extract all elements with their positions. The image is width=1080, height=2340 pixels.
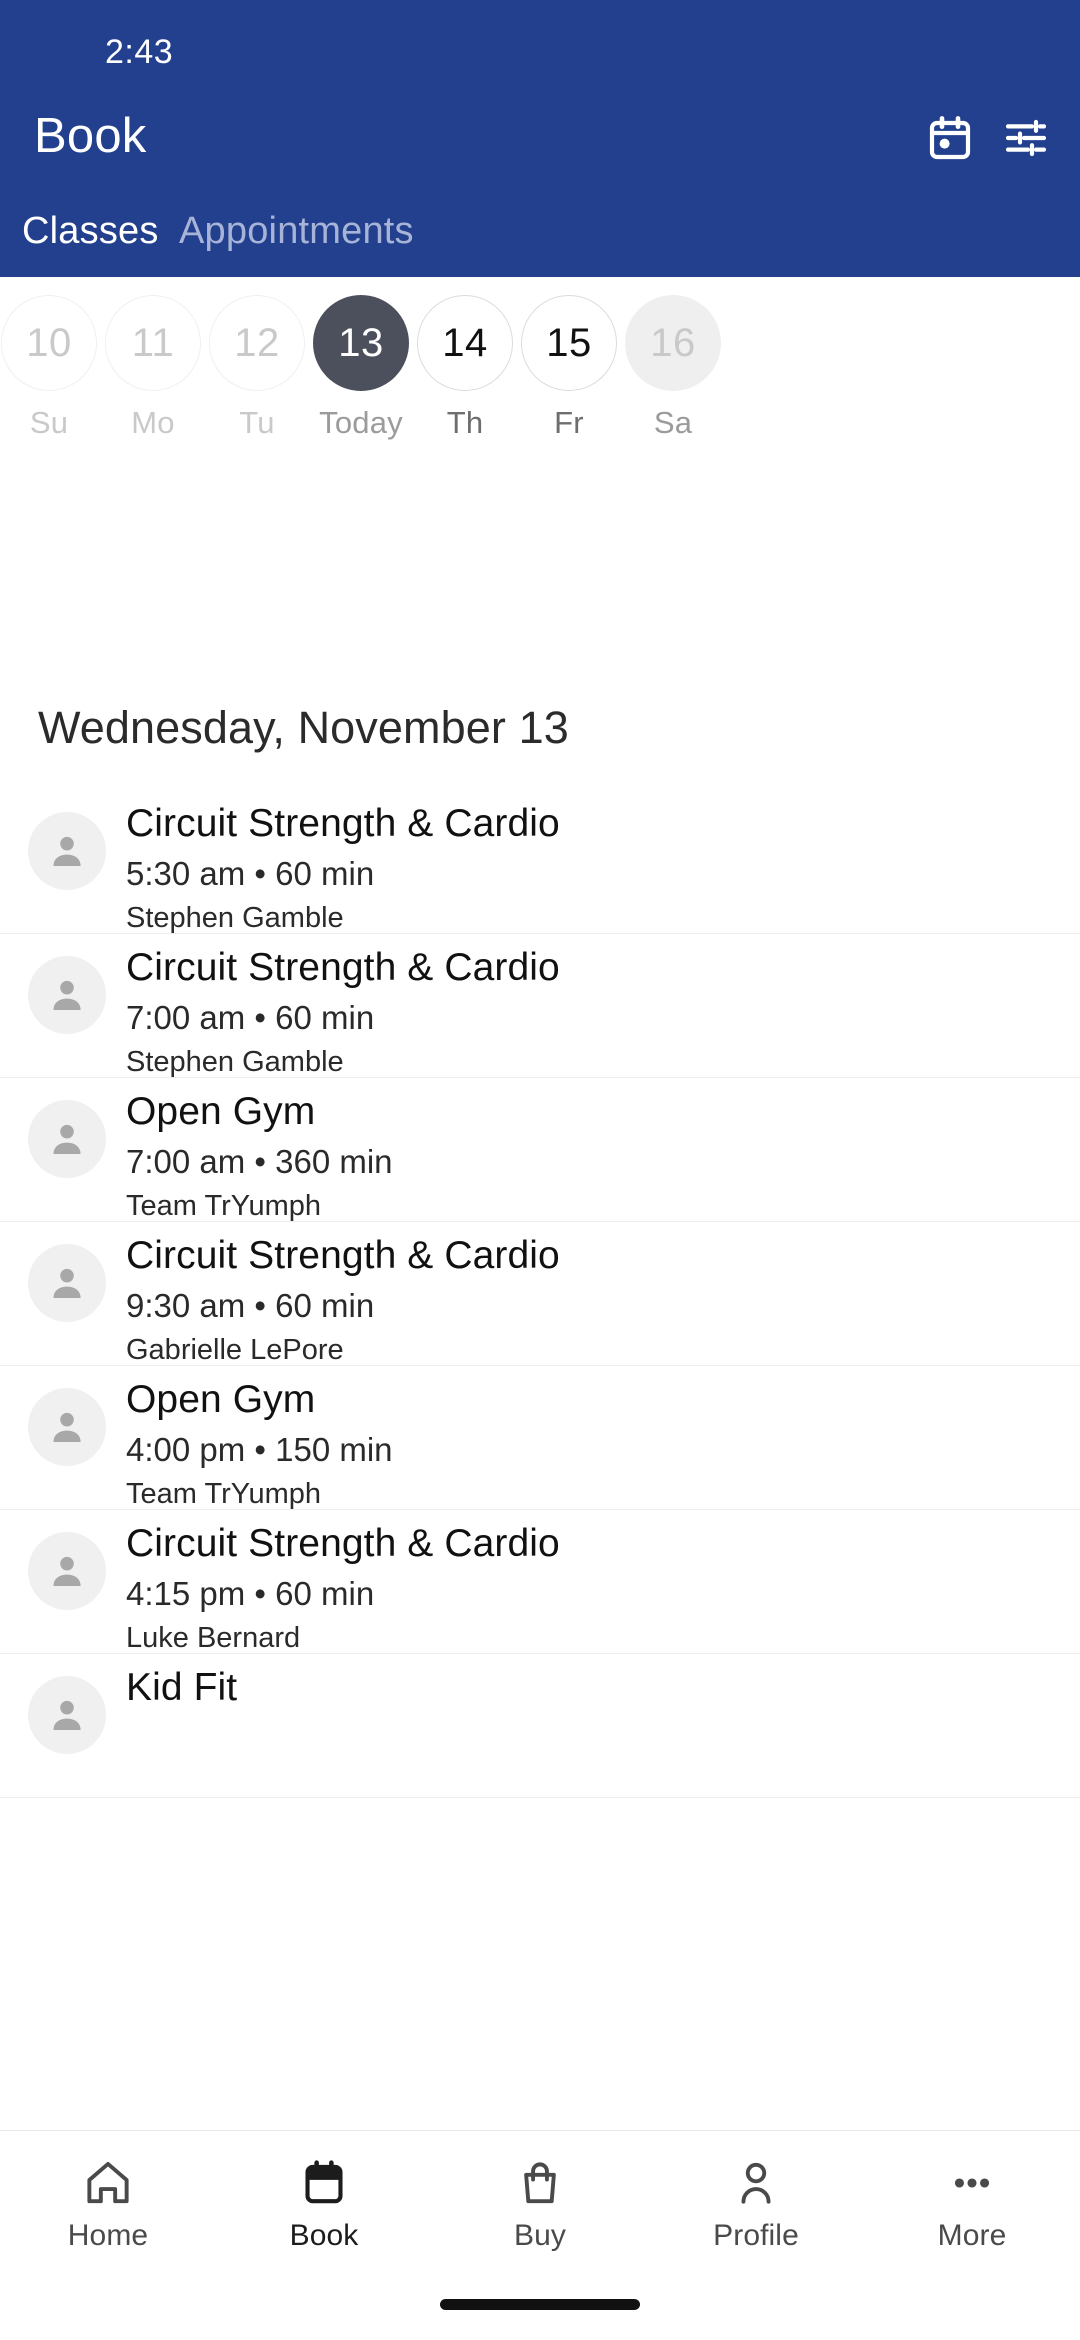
- class-title: Circuit Strength & Cardio: [126, 802, 560, 845]
- class-instructor-name: Team TrYumph: [126, 1190, 322, 1222]
- class-instructor-name: Gabrielle LePore: [126, 1334, 344, 1366]
- day-heading: Wednesday, November 13: [38, 702, 569, 753]
- date-strip[interactable]: 10 Su 11 Mo 12 Tu 13 Today 14 Th 15 Fr 16 Sa: [0, 277, 1080, 452]
- class-row[interactable]: Circuit Strength & Cardio 7:00 am • 60 mi…: [0, 934, 1080, 1078]
- class-title: Kid Fit: [126, 1666, 238, 1709]
- nav-item-label: More: [937, 2219, 1007, 2252]
- calendar-picker-icon[interactable]: [926, 114, 974, 162]
- date-weekday-label: Tu: [239, 405, 275, 440]
- status-bar-clock: 2:43: [105, 33, 174, 71]
- class-title: Circuit Strength & Cardio: [126, 1522, 560, 1565]
- instructor-avatar-icon: [28, 1244, 106, 1322]
- person-icon: [730, 2157, 782, 2209]
- class-title: Circuit Strength & Cardio: [126, 946, 560, 989]
- date-weekday-label: Su: [29, 405, 69, 440]
- shopping-bag-icon: [514, 2157, 566, 2209]
- instructor-avatar-icon: [28, 956, 106, 1034]
- class-time-duration: 5:30 am • 60 min: [126, 855, 375, 892]
- date-weekday-label: Sa: [653, 405, 693, 440]
- class-row-text: Circuit Strength & Cardio 7:00 am • 60 mi…: [126, 944, 1026, 1082]
- nav-item-profile[interactable]: Profile: [648, 2131, 864, 2279]
- class-instructor-name: Stephen Gamble: [126, 1046, 344, 1078]
- date-weekday-label: Fr: [554, 405, 584, 440]
- class-title: Open Gym: [126, 1378, 316, 1421]
- class-row-text: Circuit Strength & Cardio 9:30 am • 60 mi…: [126, 1232, 1026, 1370]
- class-row-text: Circuit Strength & Cardio 5:30 am • 60 mi…: [126, 800, 1026, 938]
- nav-item-label: Profile: [713, 2219, 799, 2252]
- class-row[interactable]: Kid Fit: [0, 1654, 1080, 1798]
- nav-item-label: Home: [67, 2219, 149, 2252]
- date-weekday-label: Th: [446, 405, 484, 440]
- app-header: 2:43 Book Classes Appointments: [0, 0, 1080, 277]
- instructor-avatar-icon: [28, 1676, 106, 1754]
- class-instructor-name: Team TrYumph: [126, 1478, 322, 1510]
- class-row-text: Open Gym 4:00 pm • 150 min Team TrYumph: [126, 1376, 1026, 1514]
- app-root: 2:43 Book Classes Appointments 10 Su 11 …: [0, 0, 1080, 2340]
- header-title-row: Book: [0, 96, 1080, 192]
- date-weekday-label: Mo: [131, 405, 175, 440]
- home-indicator[interactable]: [440, 2299, 640, 2310]
- class-time-duration: 7:00 am • 360 min: [126, 1143, 393, 1180]
- page-title: Book: [34, 109, 147, 163]
- class-time-duration: 9:30 am • 60 min: [126, 1287, 375, 1324]
- header-actions: [926, 114, 1050, 162]
- class-list[interactable]: Circuit Strength & Cardio 5:30 am • 60 mi…: [0, 790, 1080, 2130]
- bottom-navigation: Home Book Buy Profile More: [0, 2130, 1080, 2340]
- instructor-avatar-icon: [28, 1388, 106, 1466]
- class-instructor-name: Stephen Gamble: [126, 902, 344, 934]
- instructor-avatar-icon: [28, 1100, 106, 1178]
- class-row-text: Circuit Strength & Cardio 4:15 pm • 60 mi…: [126, 1520, 1026, 1658]
- class-title: Circuit Strength & Cardio: [126, 1234, 560, 1277]
- class-row[interactable]: Circuit Strength & Cardio 5:30 am • 60 mi…: [0, 790, 1080, 934]
- tab-bar: Classes Appointments: [0, 196, 1080, 277]
- nav-item-more[interactable]: More: [864, 2131, 1080, 2279]
- class-row-text: Open Gym 7:00 am • 360 min Team TrYumph: [126, 1088, 1026, 1226]
- nav-item-label: Buy: [514, 2219, 566, 2252]
- filter-icon[interactable]: [1002, 114, 1050, 162]
- home-icon: [82, 2157, 134, 2209]
- class-row[interactable]: Open Gym 4:00 pm • 150 min Team TrYumph: [0, 1366, 1080, 1510]
- ellipsis-icon: [946, 2157, 998, 2209]
- class-row-text: Kid Fit: [126, 1664, 1026, 1712]
- class-row[interactable]: Circuit Strength & Cardio 9:30 am • 60 mi…: [0, 1222, 1080, 1366]
- status-bar: 2:43: [0, 0, 1080, 96]
- nav-item-label: Book: [289, 2219, 359, 2252]
- tab-classes[interactable]: Classes: [22, 210, 159, 253]
- nav-item-home[interactable]: Home: [0, 2131, 216, 2279]
- class-instructor-name: Luke Bernard: [126, 1622, 301, 1654]
- instructor-avatar-icon: [28, 1532, 106, 1610]
- instructor-avatar-icon: [28, 812, 106, 890]
- class-time-duration: 4:15 pm • 60 min: [126, 1575, 375, 1612]
- class-title: Open Gym: [126, 1090, 316, 1133]
- class-time-duration: 7:00 am • 60 min: [126, 999, 375, 1036]
- nav-item-buy[interactable]: Buy: [432, 2131, 648, 2279]
- date-cell-16[interactable]: 16 Sa: [598, 295, 748, 441]
- calendar-icon: [298, 2157, 350, 2209]
- nav-item-book[interactable]: Book: [216, 2131, 432, 2279]
- class-row[interactable]: Open Gym 7:00 am • 360 min Team TrYumph: [0, 1078, 1080, 1222]
- bottom-nav-items: Home Book Buy Profile More: [0, 2131, 1080, 2279]
- class-time-duration: 4:00 pm • 150 min: [126, 1431, 393, 1468]
- class-row[interactable]: Circuit Strength & Cardio 4:15 pm • 60 mi…: [0, 1510, 1080, 1654]
- date-number: 16: [625, 295, 721, 391]
- tab-appointments[interactable]: Appointments: [179, 210, 414, 253]
